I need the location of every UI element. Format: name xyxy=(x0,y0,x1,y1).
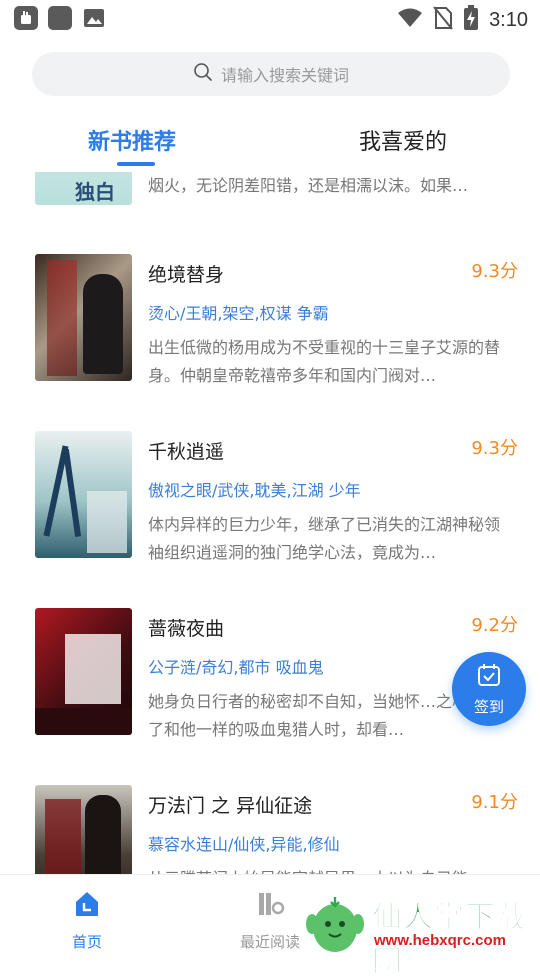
book-item[interactable]: 绝境替身 9.3分 烫心/王朝,架空,权谋 争霸 出生低微的杨用成为不受重视的十… xyxy=(0,254,540,394)
book-title: 绝境替身 xyxy=(148,264,225,286)
book-title: 千秋逍遥 xyxy=(148,441,225,463)
battery-charging-icon xyxy=(463,5,479,35)
book-item-partial[interactable]: 独白 烟火，无论阴差阳错，还是相濡以沫。如果… xyxy=(0,172,540,218)
book-cover xyxy=(35,608,132,735)
book-title: 蔷薇夜曲 xyxy=(148,618,225,640)
notification-icons xyxy=(14,6,106,34)
book-tags: 烫心/王朝,架空,权谋 争霸 xyxy=(148,304,329,323)
tab-favorites[interactable]: 我喜爱的 xyxy=(359,124,447,156)
image-notification-icon xyxy=(82,6,106,34)
cactus-logo-icon xyxy=(304,894,366,960)
nav-home-label: 首页 xyxy=(72,933,103,951)
book-list[interactable]: 独白 烟火，无论阴差阳错，还是相濡以沫。如果… 绝境替身 9.3分 烫心/王朝,… xyxy=(0,172,540,874)
book-description: 从元腾苍门上始异能宣越异果，本以为自己能… xyxy=(148,865,510,874)
book-tags: 公子涟/奇幻,都市 吸血鬼 xyxy=(148,658,324,677)
book-title: 万法门 之 异仙征途 xyxy=(148,795,313,817)
book-description: 烟火，无论阴差阳错，还是相濡以沫。如果… xyxy=(148,176,469,195)
book-score: 9.3分 xyxy=(471,438,518,459)
nav-recent-reading[interactable]: 最近阅读 xyxy=(240,889,300,952)
bookshelf-icon xyxy=(255,889,285,923)
search-icon xyxy=(193,62,213,86)
book-item[interactable]: 万法门 之 异仙征途 9.1分 慕容水连山/仙侠,异能,修仙 从元腾苍门上始异能… xyxy=(0,785,540,874)
sign-in-button[interactable]: 签到 xyxy=(452,652,526,726)
home-icon xyxy=(72,889,102,923)
tab-bar: 新书推荐 我喜爱的 xyxy=(0,118,540,168)
search-bar[interactable]: 请输入搜索关键词 xyxy=(32,52,510,96)
calendar-check-icon xyxy=(476,662,502,692)
book-cover xyxy=(35,254,132,381)
active-tab-indicator xyxy=(117,162,155,166)
search-placeholder: 请输入搜索关键词 xyxy=(220,66,349,85)
book-score: 9.1分 xyxy=(471,792,518,813)
book-tags: 傲视之眼/武侠,耽美,江湖 少年 xyxy=(148,481,361,500)
wifi-icon xyxy=(397,7,423,33)
sign-in-label: 签到 xyxy=(473,697,504,716)
book-cover xyxy=(35,431,132,558)
square-notification-icon xyxy=(48,6,72,30)
book-description: 体内异样的巨力少年，继承了已消失的江湖神秘领袖组织逍遥洞的独门绝学心法，竟成为… xyxy=(148,515,501,562)
no-sim-icon xyxy=(433,6,453,34)
cover-title: 独白 xyxy=(75,180,115,204)
status-time: 3:10 xyxy=(489,8,528,31)
nav-recent-label: 最近阅读 xyxy=(240,933,301,951)
tab-new-books[interactable]: 新书推荐 xyxy=(88,124,176,156)
book-cover: 独白 xyxy=(35,172,132,205)
status-bar: 3:10 xyxy=(0,0,540,36)
app-notification-icon xyxy=(14,6,38,30)
book-cover xyxy=(35,785,132,874)
book-item[interactable]: 千秋逍遥 9.3分 傲视之眼/武侠,耽美,江湖 少年 体内异样的巨力少年，继承了… xyxy=(0,431,540,571)
book-description: 出生低微的杨用成为不受重视的十三皇子艾源的替身。仲朝皇帝乾禧帝多年和国内门阀对… xyxy=(148,338,501,385)
book-tags: 慕容水连山/仙侠,异能,修仙 xyxy=(148,835,340,854)
book-score: 9.3分 xyxy=(471,261,518,282)
nav-home[interactable]: 首页 xyxy=(72,889,102,952)
site-watermark: 仙人掌下载网 www.hebxqrc.com xyxy=(298,888,540,980)
book-score: 9.2分 xyxy=(471,615,518,636)
watermark-url: www.hebxqrc.com xyxy=(374,932,506,949)
